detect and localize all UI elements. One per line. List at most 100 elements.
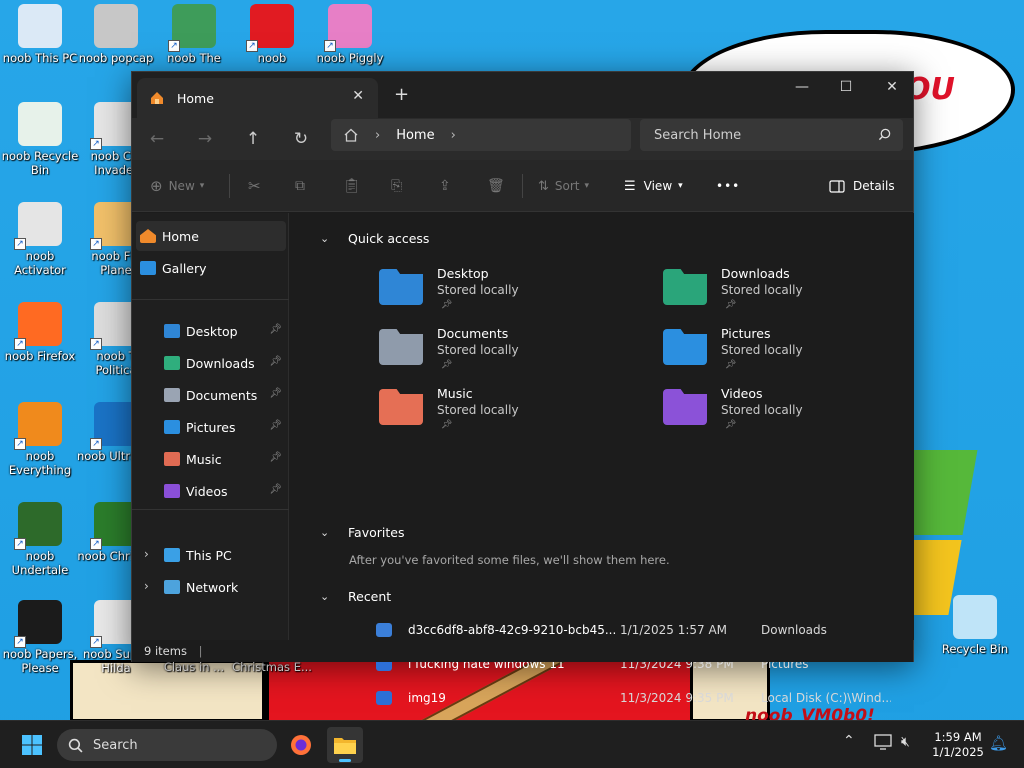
start-button[interactable] (14, 727, 50, 763)
chevron-right-icon[interactable]: › (144, 547, 149, 561)
tab-home[interactable]: Home ✕ (137, 78, 378, 118)
quick-access-item[interactable]: Desktop Stored locally 📌︎ (379, 266, 619, 316)
desktop-icon-image: ↗ (324, 4, 372, 52)
desktop-icon[interactable]: noob popcap (76, 4, 156, 65)
chevron-down-icon: ⌄ (320, 526, 330, 539)
sidebar-item-downloads[interactable]: Downloads 📌︎ (136, 348, 286, 378)
plus-circle-icon: ⊕ (150, 177, 163, 195)
up-button[interactable]: ↑ (238, 126, 268, 152)
quick-access-header[interactable]: ⌄ Quick access (320, 231, 429, 246)
notification-bell-icon[interactable]: 🔔︎ (989, 734, 1008, 752)
sidebar-item-home[interactable]: Home (136, 221, 286, 251)
desktop-icon[interactable]: ↗ noob Firefox (0, 302, 80, 363)
breadcrumb-home[interactable]: Home (396, 128, 434, 143)
desktop-icon-image (953, 595, 997, 639)
volume-muted-icon[interactable]: 🔇︎ (901, 734, 910, 750)
new-tab-button[interactable]: + (394, 84, 409, 105)
taskbar-search[interactable]: Search (57, 729, 277, 761)
sidebar-item-documents[interactable]: Documents 📌︎ (136, 380, 286, 410)
copy-icon[interactable]: ⧉ (295, 176, 305, 196)
desktop-icon-image: ↗ (168, 4, 216, 52)
quick-access-item[interactable]: Pictures Stored locally 📌︎ (663, 326, 903, 376)
desktop-icon[interactable]: ↗ noob Piggly (310, 4, 390, 65)
sidebar-item-this-pc[interactable]: › This PC (136, 540, 286, 570)
show-hidden-icons-chevron-up-icon[interactable]: ⌃ (843, 733, 855, 749)
details-button[interactable]: Details (829, 176, 895, 196)
chevron-down-icon: ▾ (199, 181, 205, 191)
sidebar-item-desktop[interactable]: Desktop 📌︎ (136, 316, 286, 346)
sidebar-item-videos[interactable]: Videos 📌︎ (136, 476, 286, 506)
paste-icon[interactable]: 📋︎ (343, 176, 361, 196)
folder-name: Desktop (437, 266, 489, 281)
address-bar[interactable]: › Home › (331, 119, 631, 151)
pictures-icon (164, 420, 180, 434)
desktop-icon[interactable]: ↗ noob Everything (0, 402, 80, 477)
shortcut-arrow-icon: ↗ (168, 40, 180, 52)
clock[interactable]: 1:59 AM 1/1/2025 (928, 730, 988, 760)
desktop-icon[interactable]: ↗ noob Papers, Please (0, 600, 80, 675)
sidebar-item-label: Gallery (162, 260, 207, 276)
taskbar-firefox[interactable] (283, 727, 319, 763)
forward-button[interactable]: → (190, 126, 220, 152)
delete-icon[interactable]: 🗑︎ (487, 176, 505, 196)
taskbar-file-explorer[interactable] (327, 727, 363, 763)
quick-access-item[interactable]: Documents Stored locally 📌︎ (379, 326, 619, 376)
sidebar-item-label: Home (162, 228, 199, 244)
sort-button[interactable]: ⇅ Sort ▾ (538, 176, 589, 196)
maximize-button[interactable]: ☐ (823, 72, 869, 102)
sidebar-item-music[interactable]: Music 📌︎ (136, 444, 286, 474)
shortcut-arrow-icon: ↗ (14, 636, 26, 648)
search-box[interactable] (640, 119, 903, 151)
cut-icon[interactable]: ✂ (248, 176, 261, 196)
folder-status: Stored locally (437, 403, 519, 417)
desktop-icon-image: ↗ (14, 402, 62, 450)
desktop-icon[interactable]: ↗ noob (232, 4, 312, 65)
image-file-icon (376, 691, 392, 705)
desktop-icon[interactable]: ↗ noob Activator (0, 202, 80, 277)
quick-access-item[interactable]: Music Stored locally 📌︎ (379, 386, 619, 436)
back-button[interactable]: ← (142, 126, 172, 152)
chevron-right-icon[interactable]: › (144, 579, 149, 593)
shortcut-arrow-icon: ↗ (90, 338, 102, 350)
desktop-icon[interactable]: noob This PC (0, 4, 80, 65)
sidebar-item-pictures[interactable]: Pictures 📌︎ (136, 412, 286, 442)
sidebar-divider (132, 299, 289, 300)
search-input[interactable] (654, 127, 864, 143)
new-button[interactable]: ⊕ New ▾ (150, 176, 204, 196)
sort-label: Sort (554, 179, 580, 193)
sidebar-item-network[interactable]: › Network (136, 572, 286, 602)
network-status-icon[interactable] (874, 734, 892, 753)
tab-title: Home (177, 90, 214, 106)
view-button[interactable]: ☰ View ▾ (624, 176, 683, 196)
folder-status: Stored locally (721, 283, 803, 297)
folder-downloads-icon (663, 269, 707, 305)
recent-file-row[interactable]: d3cc6df8-abf8-42c9-9210-bcb45... 1/1/2025… (376, 619, 896, 641)
sidebar-item-label: Downloads (186, 355, 255, 371)
desktop-icon[interactable]: noob Recycle Bin (0, 102, 80, 177)
tab-close-button[interactable]: ✕ (352, 88, 364, 104)
home-icon (151, 92, 163, 104)
desktop-icon-partial-b[interactable]: Christmas E... (232, 660, 312, 674)
rename-icon[interactable]: ⎘ (391, 176, 402, 196)
close-button[interactable]: ✕ (869, 72, 915, 102)
favorites-header[interactable]: ⌄ Favorites (320, 525, 404, 540)
sidebar-item-gallery[interactable]: Gallery (136, 253, 286, 283)
quick-access-item[interactable]: Downloads Stored locally 📌︎ (663, 266, 903, 316)
recent-file-row[interactable]: img19 11/3/2024 9:35 PM Local Disk (C:)\Wi… (376, 687, 896, 709)
desktop-icon[interactable]: ↗ noob Undertale (0, 502, 80, 577)
recent-header[interactable]: ⌄ Recent (320, 589, 391, 604)
sidebar-item-label: Videos (186, 483, 228, 499)
more-options-button[interactable]: ••• (716, 176, 740, 196)
firefox-icon (291, 735, 311, 755)
desktop-icon[interactable]: ↗ noob The (154, 4, 234, 65)
desktop-icon-partial-a[interactable]: Claus in ... (154, 660, 234, 674)
chevron-right-icon[interactable]: › (451, 128, 456, 143)
desktop-icon[interactable]: Recycle Bin (935, 595, 1015, 656)
home-icon (140, 229, 156, 243)
share-icon[interactable]: ⇪ (439, 176, 451, 196)
network-icon (164, 580, 180, 594)
minimize-button[interactable]: — (779, 72, 825, 102)
shortcut-arrow-icon: ↗ (324, 40, 336, 52)
refresh-button[interactable]: ↻ (286, 126, 316, 152)
quick-access-item[interactable]: Videos Stored locally 📌︎ (663, 386, 903, 436)
